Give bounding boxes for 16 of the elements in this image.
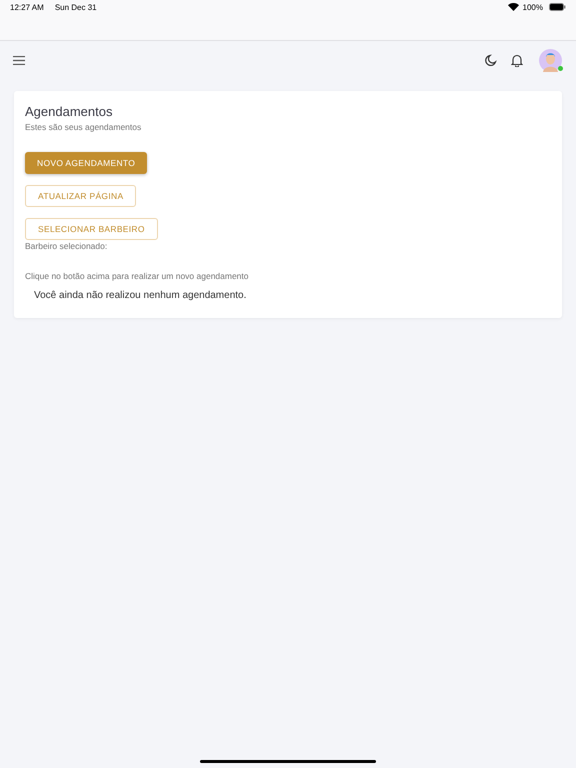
wifi-icon	[508, 3, 519, 11]
moon-icon[interactable]	[484, 54, 497, 66]
action-button[interactable]: NOVO AGENDAMENTO	[25, 152, 148, 174]
status-time: 12:27 AM	[10, 3, 44, 12]
card-title: Agendamentos	[25, 104, 114, 119]
action-button[interactable]: ATUALIZAR PÁGINA	[25, 185, 136, 207]
battery-icon	[549, 3, 566, 11]
notification-bell-icon[interactable]	[511, 54, 523, 66]
hint-text: Clique no botão acima para realizar um novo agendamento	[25, 271, 250, 281]
battery-percent: 100%	[522, 3, 543, 12]
menu-icon[interactable]	[13, 56, 25, 64]
action-button[interactable]: SELECIONAR BARBEIRO	[25, 218, 158, 240]
selected-barber-label: Barbeiro selecionado:	[25, 241, 108, 251]
empty-message: Você ainda não realizou nenhum agendamento.	[34, 290, 248, 301]
status-date: Sun Dec 31	[54, 3, 97, 12]
card-subtitle: Estes são seus agendamentos	[25, 122, 142, 132]
